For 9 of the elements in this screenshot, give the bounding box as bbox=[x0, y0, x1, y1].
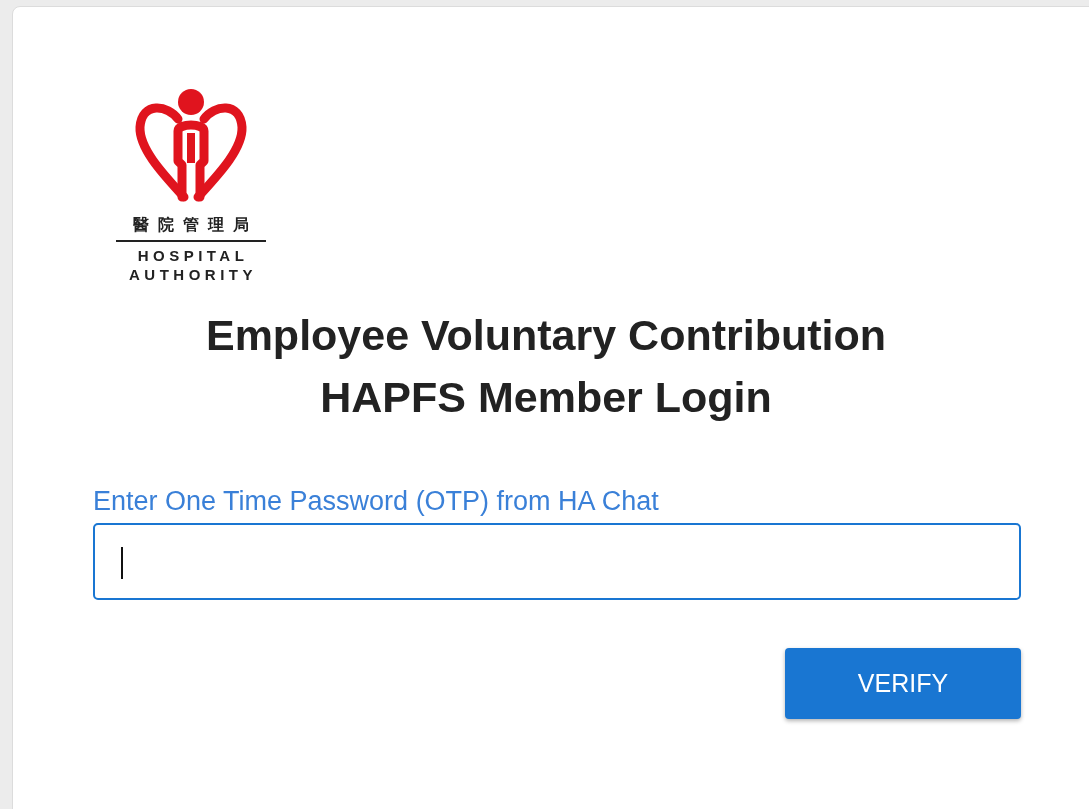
logo-chinese-text: 醫院管理局 bbox=[132, 215, 258, 236]
logo-english-text: AUTHORITY bbox=[129, 265, 257, 284]
otp-input-field[interactable] bbox=[93, 523, 1021, 600]
verify-button[interactable]: VERIFY bbox=[785, 648, 1021, 719]
otp-label: Enter One Time Password (OTP) from HA Chat bbox=[93, 486, 659, 517]
page-title: HAPFS Member Login bbox=[320, 372, 772, 423]
logo-english-text: HOSPITAL bbox=[137, 246, 249, 265]
page-title: Employee Voluntary Contribution bbox=[205, 310, 887, 361]
text-cursor bbox=[121, 547, 123, 579]
